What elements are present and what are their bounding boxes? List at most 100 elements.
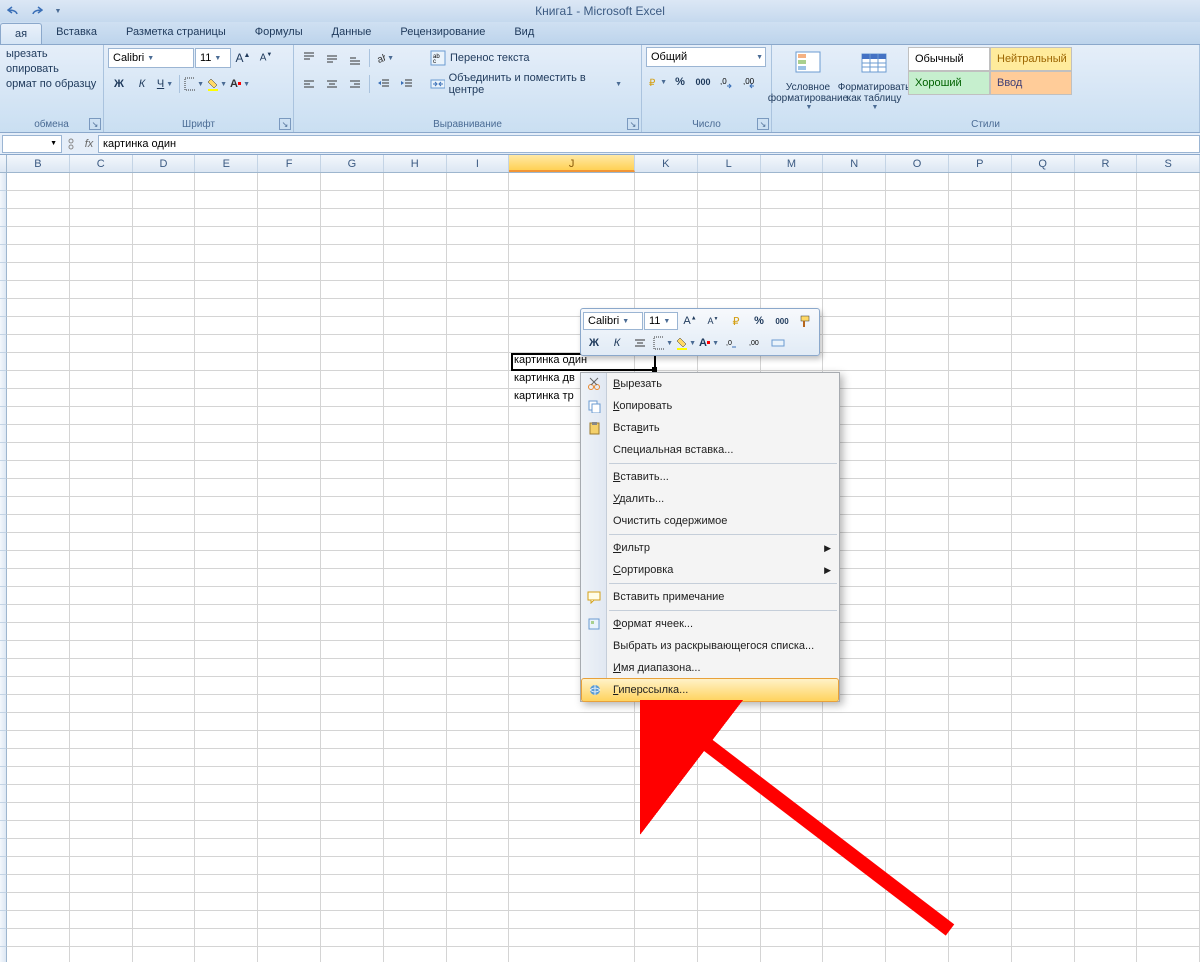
cell[interactable] [7,947,70,962]
tab-data[interactable]: Данные [318,22,387,44]
cell[interactable] [1012,551,1075,569]
cell[interactable] [1137,389,1200,407]
cell[interactable] [447,245,510,263]
cell[interactable] [698,929,761,947]
cell[interactable] [133,191,196,209]
cell[interactable] [1012,839,1075,857]
cell[interactable] [195,695,258,713]
cell[interactable] [447,947,510,962]
tab-view[interactable]: Вид [500,22,549,44]
cell[interactable] [886,803,949,821]
cell[interactable] [258,731,321,749]
cell[interactable] [1075,227,1138,245]
ctx-фильтр[interactable]: Фильтр▶ [581,537,839,559]
cell[interactable] [823,209,886,227]
cell[interactable] [1137,371,1200,389]
cell[interactable] [258,677,321,695]
cell[interactable] [886,587,949,605]
cell[interactable] [447,839,510,857]
bold-button[interactable]: Ж [108,73,130,95]
cell[interactable] [635,839,698,857]
col-header[interactable]: F [258,155,321,172]
cell[interactable] [949,893,1012,911]
cell[interactable] [1012,785,1075,803]
cell[interactable] [195,623,258,641]
cell[interactable] [133,569,196,587]
cell[interactable] [321,497,384,515]
cell[interactable] [133,767,196,785]
cell[interactable] [949,911,1012,929]
cell[interactable] [447,407,510,425]
cell[interactable] [7,515,70,533]
cell[interactable] [258,839,321,857]
percent-button[interactable]: % [669,71,691,93]
cell[interactable] [886,371,949,389]
font-size-combo[interactable]: 11▼ [195,48,231,68]
cell[interactable] [447,677,510,695]
cell[interactable] [321,479,384,497]
increase-decimal-button[interactable]: ,0 [715,71,737,93]
cell[interactable] [1012,389,1075,407]
cell[interactable] [1012,443,1075,461]
cell[interactable] [949,425,1012,443]
cell[interactable] [949,497,1012,515]
cell[interactable] [7,713,70,731]
align-left-button[interactable] [298,73,320,95]
cell[interactable] [886,785,949,803]
cell[interactable] [258,803,321,821]
cell[interactable] [635,821,698,839]
cell[interactable] [70,839,133,857]
cell[interactable] [447,209,510,227]
cell[interactable] [1137,245,1200,263]
cell[interactable] [635,803,698,821]
cell[interactable] [886,443,949,461]
cell[interactable] [447,587,510,605]
cell[interactable] [949,929,1012,947]
cell[interactable] [447,479,510,497]
cell[interactable] [133,587,196,605]
cell[interactable] [949,209,1012,227]
cell[interactable] [7,785,70,803]
cell[interactable] [195,353,258,371]
cell[interactable] [70,857,133,875]
cell[interactable] [321,623,384,641]
cell[interactable] [384,731,447,749]
cell[interactable] [258,335,321,353]
cell[interactable] [509,713,635,731]
cell[interactable] [70,605,133,623]
cell[interactable] [1075,299,1138,317]
cell[interactable] [1137,749,1200,767]
cell[interactable] [258,929,321,947]
cell[interactable] [1012,353,1075,371]
cell[interactable] [1012,623,1075,641]
cell[interactable] [635,245,698,263]
cell[interactable] [1075,533,1138,551]
cell[interactable] [258,857,321,875]
cell[interactable] [823,767,886,785]
cell[interactable] [886,659,949,677]
align-middle-button[interactable] [321,47,343,69]
mini-font-combo[interactable]: Calibri▼ [583,312,643,330]
cell[interactable] [635,173,698,191]
cell[interactable] [447,533,510,551]
cell[interactable] [70,281,133,299]
cell[interactable] [195,281,258,299]
cell[interactable] [195,425,258,443]
cell[interactable] [509,803,635,821]
cell[interactable] [70,875,133,893]
cell[interactable] [258,911,321,929]
ctx-выбрать-из-раскрывающегося-списка---[interactable]: Выбрать из раскрывающегося списка... [581,635,839,657]
cell[interactable] [70,659,133,677]
cell[interactable] [321,731,384,749]
redo-button[interactable] [26,2,46,20]
cell[interactable] [258,875,321,893]
cell[interactable] [949,569,1012,587]
cell[interactable] [886,191,949,209]
cell[interactable] [447,425,510,443]
cell[interactable] [384,857,447,875]
cell[interactable] [195,605,258,623]
cell[interactable] [384,821,447,839]
currency-button[interactable]: ₽▼ [646,71,668,93]
cell[interactable] [886,857,949,875]
cell[interactable] [886,353,949,371]
